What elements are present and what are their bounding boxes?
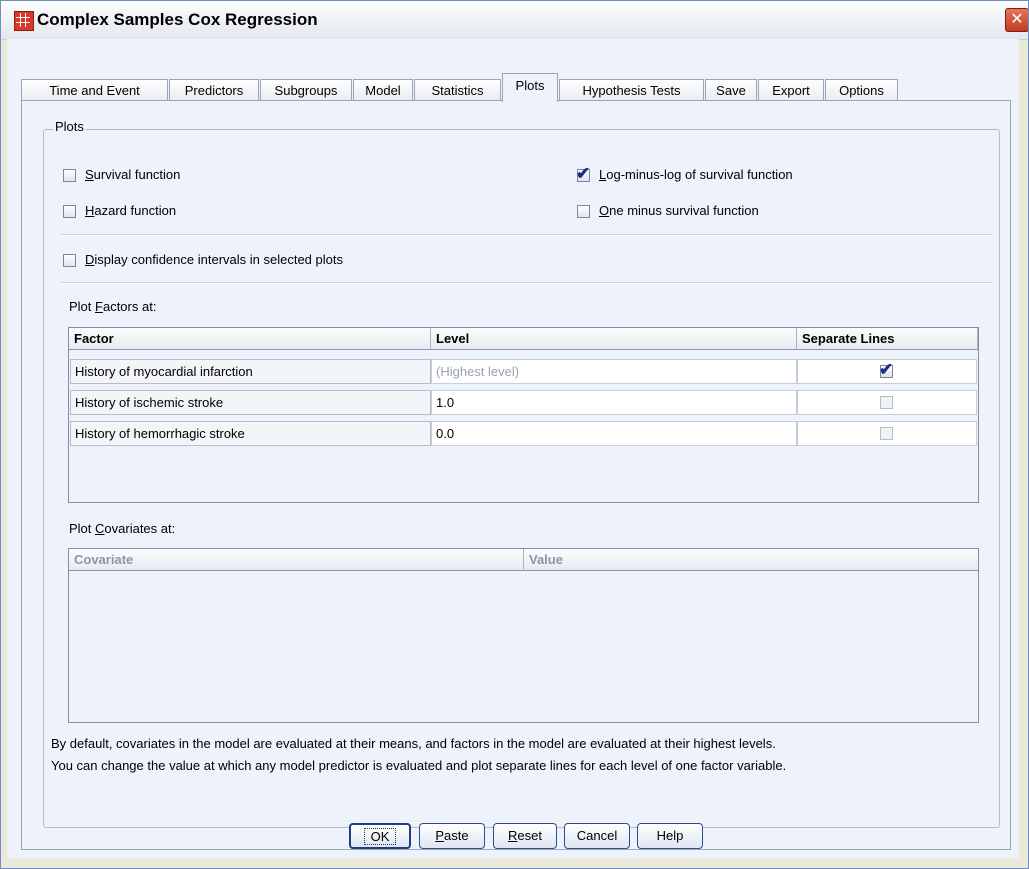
separate-lines-checkbox[interactable] (880, 396, 893, 409)
tab-plots[interactable]: Plots (502, 73, 558, 102)
level-cell[interactable]: 0.0 (431, 421, 797, 446)
tab-save[interactable]: Save (705, 79, 757, 101)
separator (61, 282, 991, 284)
log-minus-log-label[interactable]: Log-minus-log of survival function (599, 167, 793, 182)
survival-function-label[interactable]: Survival function (85, 167, 180, 182)
plots-group-label: Plots (53, 119, 86, 134)
tab-subgroups[interactable]: Subgroups (260, 79, 352, 101)
help-note-line2: You can change the value at which any mo… (51, 758, 787, 773)
separate-lines-checkbox[interactable] (880, 427, 893, 440)
separate-lines-column-header[interactable]: Separate Lines (797, 328, 978, 350)
tab-strip: Time and Event Predictors Subgroups Mode… (21, 71, 1011, 102)
log-minus-log-checkbox[interactable]: ✔ (576, 164, 590, 183)
level-cell[interactable]: 1.0 (431, 390, 797, 415)
checkmark-icon: ✔ (879, 360, 894, 379)
app-grid-icon (14, 11, 34, 31)
hazard-function-label[interactable]: Hazard function (85, 203, 176, 218)
plot-factors-label: Plot Factors at: (69, 299, 157, 314)
value-column-header[interactable]: Value (524, 549, 978, 571)
confidence-intervals-checkbox[interactable] (63, 254, 76, 267)
reset-button[interactable]: Reset (493, 823, 557, 849)
ok-button[interactable]: OK (349, 823, 411, 849)
factor-row-header: History of myocardial infarction (70, 359, 431, 384)
hazard-function-checkbox[interactable] (63, 205, 76, 218)
separate-lines-cell[interactable]: ✔ (797, 359, 977, 384)
paste-button[interactable]: Paste (419, 823, 485, 849)
close-button[interactable]: ✕ (1005, 8, 1028, 32)
help-note: By default, covariates in the model are … (51, 733, 981, 777)
tab-options[interactable]: Options (825, 79, 898, 101)
separate-lines-cell[interactable] (797, 421, 977, 446)
factor-column-header[interactable]: Factor (69, 328, 431, 350)
separate-lines-cell[interactable] (797, 390, 977, 415)
survival-function-checkbox[interactable] (63, 169, 76, 182)
separate-lines-checkbox[interactable]: ✔ (879, 360, 893, 379)
tab-hypothesis-tests[interactable]: Hypothesis Tests (559, 79, 704, 101)
tab-export[interactable]: Export (758, 79, 824, 101)
help-button[interactable]: Help (637, 823, 703, 849)
separator (61, 234, 991, 236)
tab-statistics[interactable]: Statistics (414, 79, 501, 101)
tab-time-and-event[interactable]: Time and Event (21, 79, 168, 101)
tab-predictors[interactable]: Predictors (169, 79, 259, 101)
level-column-header[interactable]: Level (431, 328, 797, 350)
title-bar[interactable]: Complex Samples Cox Regression ✕ (1, 1, 1028, 40)
dialog-window: Complex Samples Cox Regression ✕ Time an… (0, 0, 1029, 869)
cancel-button[interactable]: Cancel (564, 823, 630, 849)
tab-model[interactable]: Model (353, 79, 413, 101)
factor-row-header: History of ischemic stroke (70, 390, 431, 415)
checkmark-icon: ✔ (576, 164, 591, 183)
window-title: Complex Samples Cox Regression (37, 10, 318, 29)
covariate-column-header[interactable]: Covariate (69, 549, 524, 571)
factors-table[interactable]: Factor Level Separate Lines History of m… (68, 327, 979, 503)
plot-covariates-label: Plot Covariates at: (69, 521, 176, 536)
factor-row-header: History of hemorrhagic stroke (70, 421, 431, 446)
level-cell[interactable]: (Highest level) (431, 359, 797, 384)
close-icon: ✕ (1010, 11, 1024, 28)
one-minus-survival-label[interactable]: One minus survival function (599, 203, 759, 218)
help-note-line1: By default, covariates in the model are … (51, 736, 776, 751)
covariates-table[interactable]: Covariate Value (68, 548, 979, 723)
confidence-intervals-label[interactable]: Display confidence intervals in selected… (85, 252, 343, 267)
one-minus-survival-checkbox[interactable] (577, 205, 590, 218)
